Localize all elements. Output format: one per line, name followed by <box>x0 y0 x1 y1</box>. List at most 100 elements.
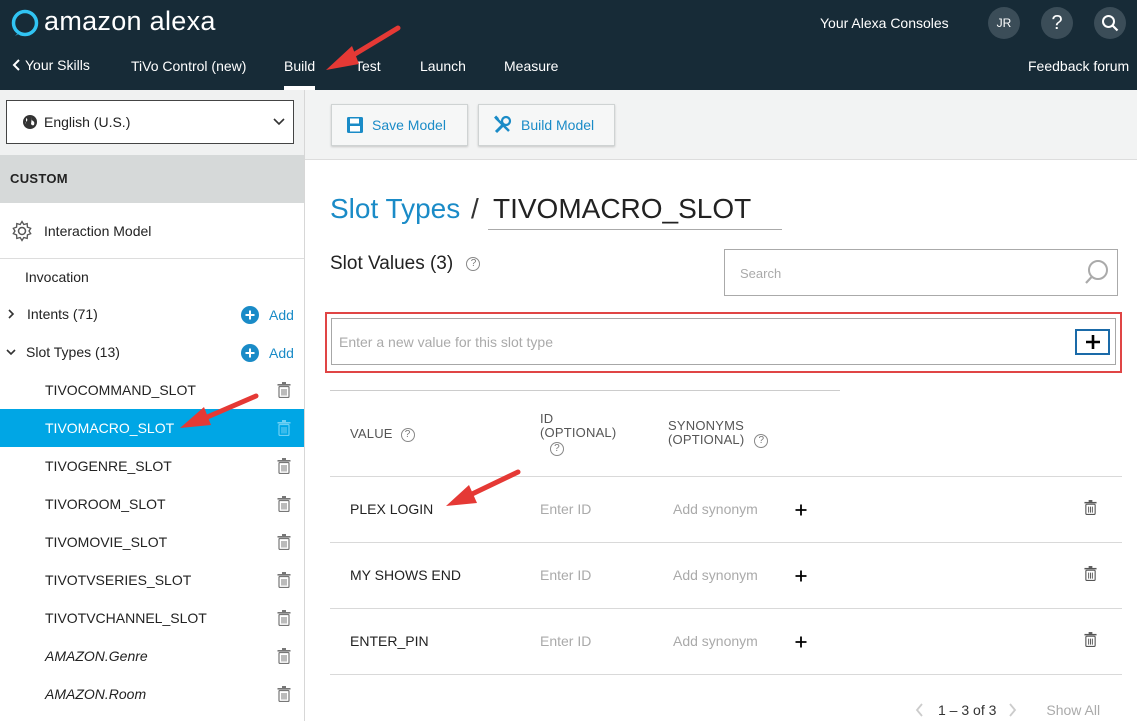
slot-item-label: TIVOMACRO_SLOT <box>45 420 175 436</box>
chevron-right-icon <box>8 309 15 319</box>
col-syn-line2: (OPTIONAL) <box>668 432 745 447</box>
sidebar-slot-item[interactable]: TIVOMACRO_SLOT <box>0 409 304 447</box>
slot-types-label: Slot Types (13) <box>26 344 120 360</box>
tab-test[interactable]: Test <box>355 58 381 74</box>
language-select[interactable]: English (U.S.) <box>6 100 294 144</box>
id-input[interactable]: Enter ID <box>540 567 591 583</box>
trash-icon[interactable] <box>277 572 291 588</box>
add-value-button[interactable] <box>1075 329 1110 355</box>
sidebar-slot-item[interactable]: TIVOMOVIE_SLOT <box>0 523 304 561</box>
global-search-button[interactable] <box>1094 7 1126 39</box>
slot-value-cell[interactable]: ENTER_PIN <box>350 633 429 649</box>
slot-item-label: AMAZON.Room <box>45 686 147 702</box>
row-divider <box>330 674 1122 675</box>
col-id-line2: (OPTIONAL) <box>540 425 617 440</box>
col-id-line1: ID <box>540 411 554 426</box>
question-icon[interactable]: ? <box>400 427 415 442</box>
back-link-label: Your Skills <box>25 57 90 73</box>
question-icon[interactable]: ? <box>754 433 769 448</box>
feedback-forum-link[interactable]: Feedback forum <box>1028 58 1129 74</box>
add-synonym-icon[interactable] <box>795 636 807 648</box>
sidebar-slot-item[interactable]: AMAZON.Room <box>0 675 304 713</box>
skill-name-link[interactable]: TiVo Control (new) <box>131 58 246 74</box>
add-slot-type-label: Add <box>269 345 294 361</box>
sidebar-slot-item[interactable]: TIVOTVCHANNEL_SLOT <box>0 599 304 637</box>
trash-icon[interactable] <box>277 420 291 436</box>
plus-circle-icon <box>241 306 259 324</box>
sidebar-item-invocation[interactable]: Invocation <box>0 258 304 296</box>
synonym-input[interactable]: Add synonym <box>673 633 758 649</box>
sidebar-slot-item[interactable]: TIVOGENRE_SLOT <box>0 447 304 485</box>
sidebar-slot-item[interactable]: TIVOCOMMAND_SLOT <box>0 371 304 409</box>
trash-icon[interactable] <box>277 534 291 550</box>
question-icon[interactable]: ? <box>466 256 481 271</box>
back-to-skills-link[interactable]: Your Skills <box>12 57 90 73</box>
slot-values-heading: Slot Values (3) ? <box>330 253 481 275</box>
save-icon <box>347 117 363 133</box>
avatar-initials: JR <box>996 16 1012 30</box>
slot-value-cell[interactable]: MY SHOWS END <box>350 567 461 583</box>
trash-icon[interactable] <box>277 496 291 512</box>
chevron-left-icon[interactable] <box>915 703 924 717</box>
help-button[interactable]: ? <box>1041 7 1073 39</box>
sidebar-slot-item[interactable]: TIVOROOM_SLOT <box>0 485 304 523</box>
row-divider <box>330 608 1122 609</box>
trash-icon[interactable] <box>277 458 291 474</box>
search-icon <box>1102 15 1119 32</box>
chevron-right-icon[interactable] <box>1008 703 1017 717</box>
slot-value-cell[interactable]: PLEX LOGIN <box>350 501 433 517</box>
search-field[interactable]: Search <box>724 249 1118 296</box>
trash-icon[interactable] <box>1084 632 1097 647</box>
build-model-button[interactable]: Build Model <box>478 104 615 146</box>
trash-icon[interactable] <box>277 382 291 398</box>
consoles-link[interactable]: Your Alexa Consoles <box>820 15 949 31</box>
brand-logo[interactable]: amazon alexa <box>44 6 216 37</box>
add-slot-type-button[interactable]: Add <box>241 344 294 362</box>
question-icon[interactable]: ? <box>550 442 564 456</box>
add-synonym-icon[interactable] <box>795 504 807 516</box>
save-model-button[interactable]: Save Model <box>331 104 468 146</box>
tab-build[interactable]: Build <box>284 58 315 74</box>
id-input[interactable]: Enter ID <box>540 501 591 517</box>
synonym-input[interactable]: Add synonym <box>673 567 758 583</box>
divider <box>330 390 840 391</box>
section-custom: CUSTOM <box>0 155 304 203</box>
slot-item-label: TIVOCOMMAND_SLOT <box>45 382 196 398</box>
plus-icon <box>1085 335 1100 349</box>
slot-item-label: AMAZON.Genre <box>45 648 148 664</box>
synonym-input[interactable]: Add synonym <box>673 501 758 517</box>
show-all-link[interactable]: Show All <box>1046 702 1100 718</box>
tab-launch[interactable]: Launch <box>420 58 466 74</box>
trash-icon[interactable] <box>1084 566 1097 581</box>
trash-icon[interactable] <box>277 686 291 702</box>
id-input[interactable]: Enter ID <box>540 633 591 649</box>
breadcrumb-slot-types[interactable]: Slot Types <box>330 193 460 225</box>
toolbar: Save Model Build Model <box>305 90 1137 160</box>
tab-measure[interactable]: Measure <box>504 58 558 74</box>
globe-icon <box>23 115 37 129</box>
new-value-input: Enter a new value for this slot type <box>339 334 553 350</box>
trash-icon[interactable] <box>1084 500 1097 515</box>
row-divider <box>330 542 1122 543</box>
add-synonym-icon[interactable] <box>795 570 807 582</box>
chevron-down-icon <box>273 118 285 126</box>
interaction-model-header[interactable]: Interaction Model <box>0 203 304 259</box>
avatar[interactable]: JR <box>988 7 1020 39</box>
slot-item-label: TIVOTVSERIES_SLOT <box>45 572 192 588</box>
sidebar-slot-item[interactable]: AMAZON.Genre <box>0 637 304 675</box>
chevron-down-icon <box>6 348 16 355</box>
save-model-label: Save Model <box>372 117 446 133</box>
chevron-left-icon <box>12 59 20 71</box>
invocation-label: Invocation <box>25 269 89 285</box>
sidebar-slot-item[interactable]: TIVOTVSERIES_SLOT <box>0 561 304 599</box>
row-divider <box>330 476 1122 477</box>
interaction-model-label: Interaction Model <box>44 222 152 239</box>
slot-name-input[interactable]: TIVOMACRO_SLOT <box>488 193 782 230</box>
intents-label: Intents (71) <box>27 306 98 322</box>
trash-icon[interactable] <box>277 648 291 664</box>
pagination: 1 – 3 of 3 Show All <box>915 702 1100 718</box>
add-intent-button[interactable]: Add <box>241 306 294 324</box>
new-value-field[interactable]: Enter a new value for this slot type <box>331 318 1116 365</box>
slot-item-label: TIVOMOVIE_SLOT <box>45 534 168 550</box>
trash-icon[interactable] <box>277 610 291 626</box>
